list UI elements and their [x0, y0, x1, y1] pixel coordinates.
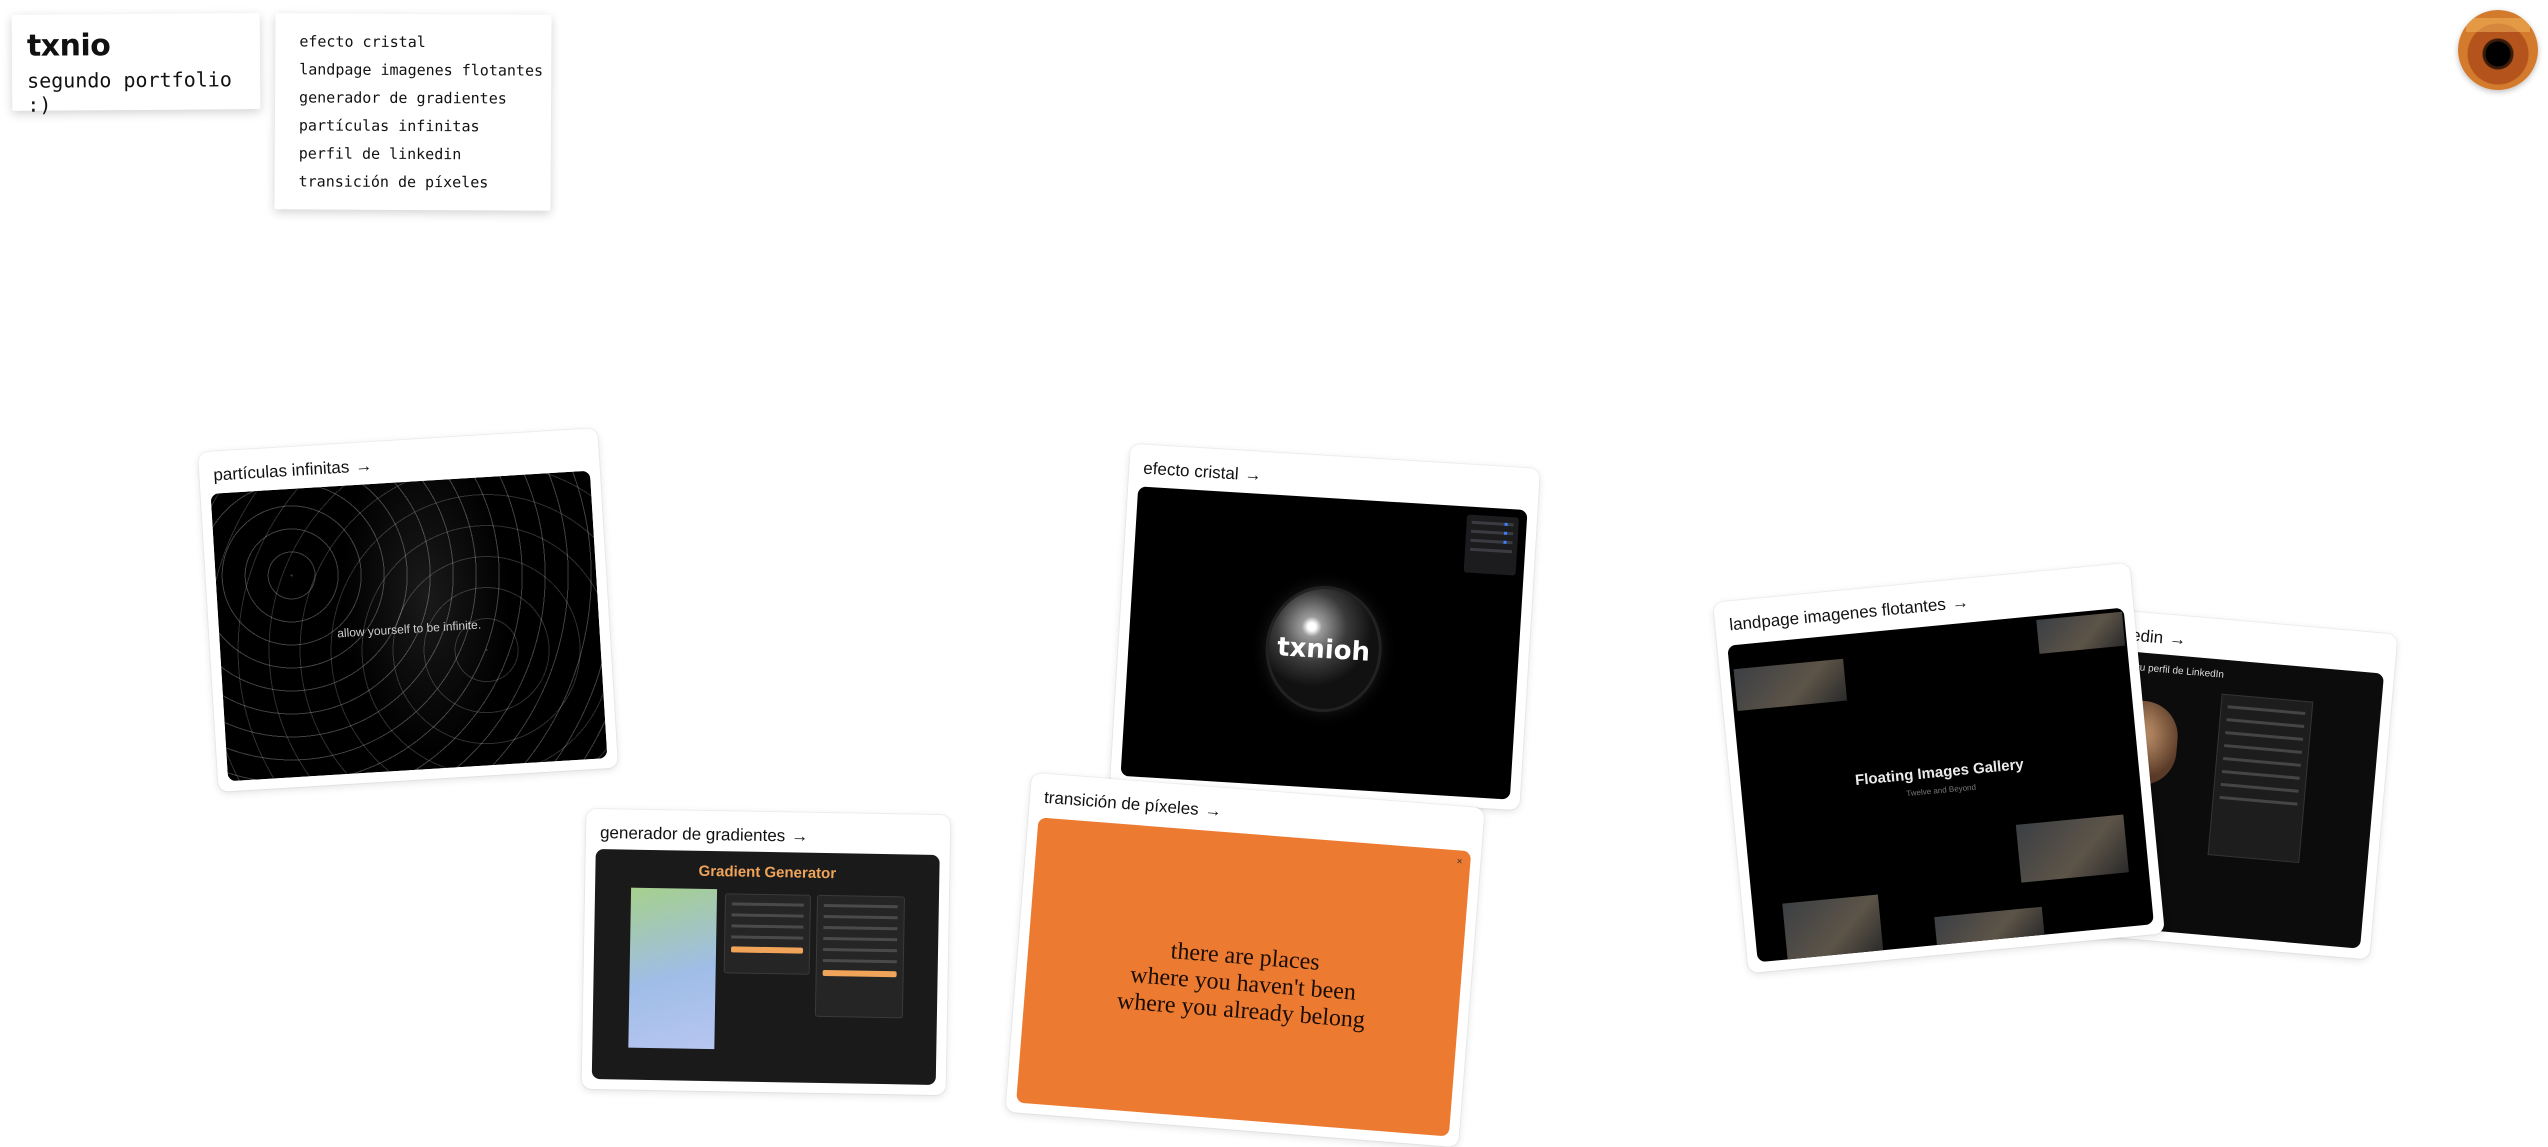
brand-card: txnio segundo portfolio :) [11, 13, 261, 117]
gradient-settings-panel [814, 894, 905, 1019]
glass-torus-graphic: txnioh [1265, 585, 1383, 713]
arrow-right-icon: → [2168, 628, 2187, 650]
gradient-app-title: Gradient Generator [698, 862, 837, 883]
linkedin-options-panel [2207, 693, 2314, 864]
arrow-right-icon: → [791, 826, 809, 846]
arrow-right-icon: → [1244, 464, 1263, 485]
card-efecto-cristal[interactable]: efecto cristal → txnioh [1109, 443, 1541, 811]
site-title: txnio [26, 28, 111, 64]
screenshot-pixeles: × there are places where you haven't bee… [1016, 817, 1472, 1137]
card-label-pixeles: transición de píxeles [1043, 787, 1200, 819]
project-menu: efecto cristal landpage imagenes flotant… [274, 13, 552, 211]
menu-item-particulas-infinitas[interactable]: partículas infinitas [299, 111, 551, 140]
screenshot-particulas: allow yourself to be infinite. [210, 470, 608, 782]
screenshot-flotantes: Floating Images Gallery Twelve and Beyon… [1727, 607, 2154, 963]
card-label-particulas: partículas infinitas [212, 457, 350, 485]
controls-panel-thumbnail [1463, 514, 1520, 576]
floating-image-thumbnail [1782, 894, 1884, 962]
card-transicion-pixeles[interactable]: transición de píxeles → × there are place… [1005, 772, 1485, 1147]
menu-item-generador-de-gradientes[interactable]: generador de gradientes [299, 83, 551, 112]
screenshot-cristal: txnioh [1120, 486, 1528, 800]
arrow-right-icon: → [354, 455, 373, 476]
menu-item-perfil-de-linkedin[interactable]: perfil de linkedin [299, 139, 551, 168]
card-title-particulas[interactable]: partículas infinitas → [213, 456, 373, 486]
particles-tagline: allow yourself to be infinite. [336, 617, 482, 641]
card-generador-gradientes[interactable]: generador de gradientes → Gradient Genera… [581, 808, 951, 1096]
card-particulas-infinitas[interactable]: partículas infinitas → allow yourself to … [197, 428, 619, 792]
arrow-right-icon: → [1203, 800, 1223, 821]
album-cover-avatar[interactable] [2458, 10, 2538, 90]
card-title-gradientes[interactable]: generador de gradientes → [600, 823, 809, 847]
floating-image-thumbnail [2015, 814, 2129, 883]
avatar-text-band [2466, 18, 2530, 32]
card-label-gradientes: generador de gradientes [599, 823, 786, 846]
site-subtitle: segundo portfolio :) [27, 67, 232, 117]
glass-torus-text: txnioh [1276, 631, 1371, 668]
pixel-quote: there are places where you haven't been … [1024, 927, 1463, 1042]
card-landpage-imagenes-flotantes[interactable]: landpage imagenes flotantes → Floating Im… [1713, 562, 2165, 974]
card-title-pixeles[interactable]: transición de píxeles → [1043, 788, 1222, 822]
card-title-cristal[interactable]: efecto cristal → [1143, 459, 1262, 486]
gradient-stops-panel [723, 893, 812, 975]
menu-item-transicion-de-pixeles[interactable]: transición de píxeles [299, 167, 551, 196]
gradient-preview-swatch [628, 887, 718, 1050]
menu-item-efecto-cristal[interactable]: efecto cristal [299, 27, 551, 56]
floating-image-thumbnail [2036, 611, 2126, 654]
floating-image-thumbnail [1934, 906, 2045, 948]
close-icon: × [1456, 856, 1463, 868]
card-label-cristal: efecto cristal [1142, 458, 1240, 484]
floating-image-thumbnail [1733, 658, 1848, 712]
arrow-right-icon: → [1950, 592, 1970, 613]
menu-item-landpage-imagenes-flotantes[interactable]: landpage imagenes flotantes [299, 55, 551, 84]
screenshot-gradientes: Gradient Generator [591, 849, 940, 1085]
